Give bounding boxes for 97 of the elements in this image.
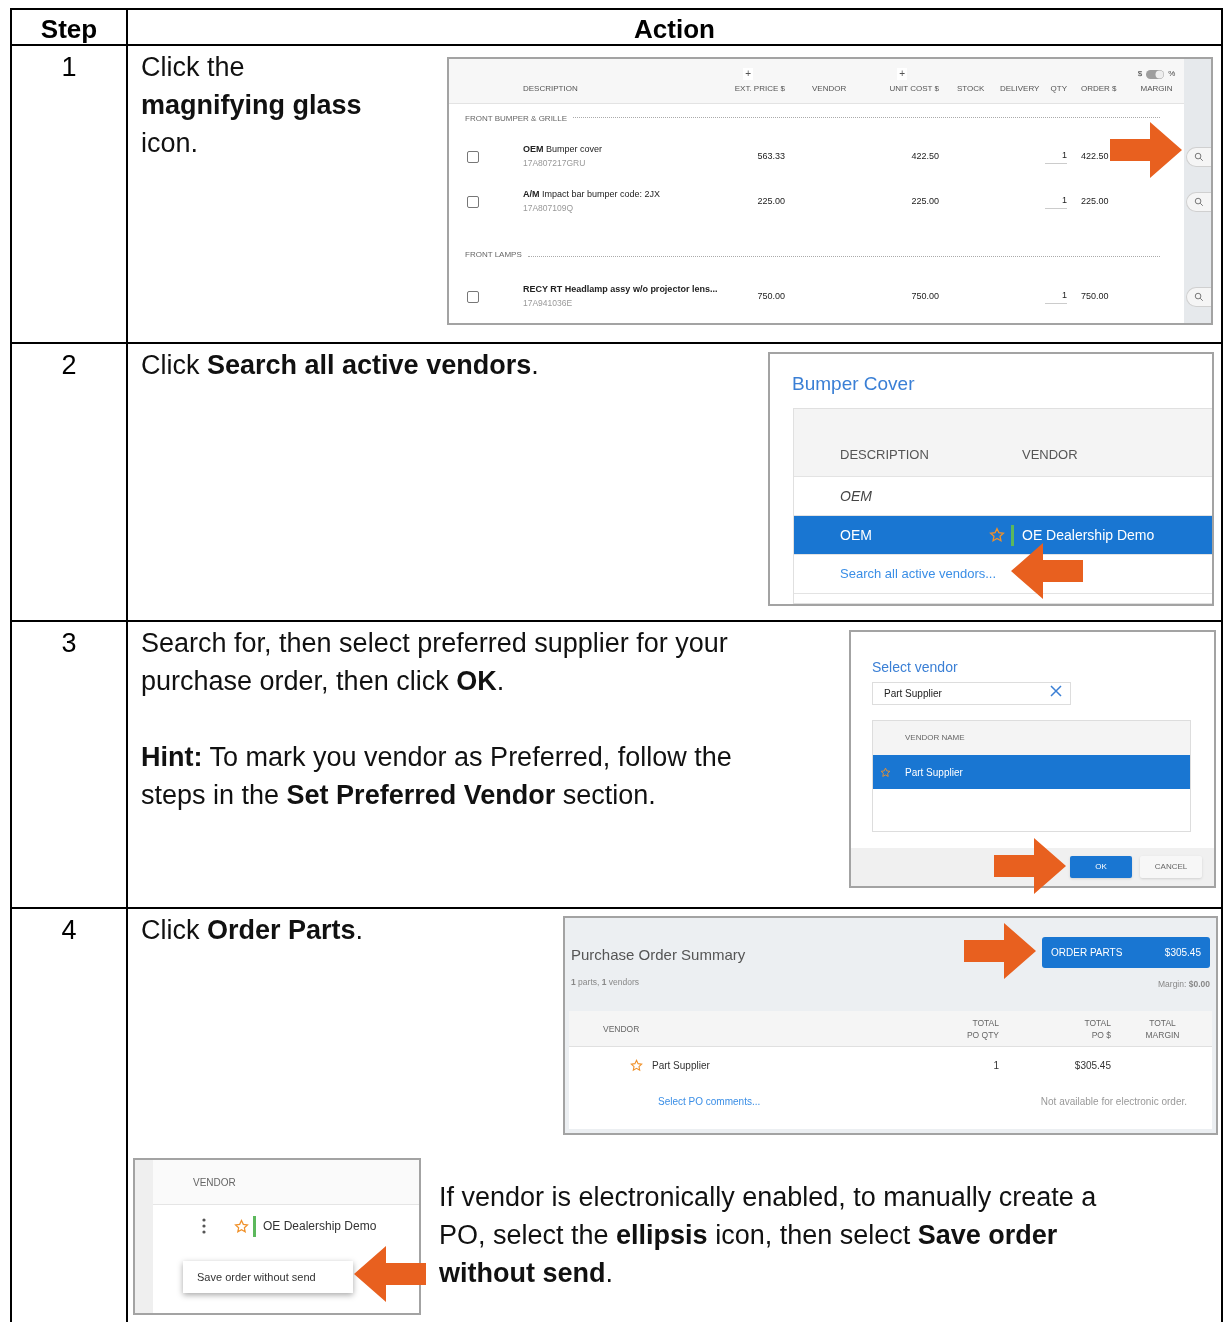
- column-header: Step: [12, 10, 128, 49]
- checkbox[interactable]: [467, 150, 479, 163]
- instruction-text: If vendor is electronically enabled, to manually create a PO, select the ellipsis icon, then select Save order without send.: [439, 1181, 1098, 1290]
- description-cell-text: OEM: [839, 525, 873, 545]
- search-button[interactable]: [1186, 286, 1211, 307]
- column-header: QTY: [1050, 83, 1067, 95]
- column-header: VENDOR: [603, 1023, 640, 1034]
- search-icon: [1194, 151, 1204, 162]
- search-field[interactable]: Part Supplier: [872, 682, 1071, 705]
- section-title: FRONT BUMPER & GRILLE: [465, 113, 568, 125]
- dialog-title: Bumper Cover: [792, 373, 915, 394]
- dialog-title: Select vendor: [872, 659, 958, 675]
- search-icon: [1194, 196, 1204, 207]
- instruction-text: Click Order Parts.: [141, 914, 365, 947]
- price-cell-text: 750.00: [756, 289, 785, 303]
- callout-arrow: [1011, 543, 1083, 599]
- part-description: A/M Impact bar bumper code: 2JX: [523, 188, 662, 202]
- column-header: DESCRIPTION: [523, 83, 578, 95]
- step-number: 4: [61, 914, 77, 947]
- column-header: VENDOR: [1022, 445, 1078, 464]
- price-cell-text: 422.50: [1080, 149, 1110, 163]
- star-icon[interactable]: [630, 1058, 643, 1072]
- column-header: VENDOR NAME: [905, 732, 965, 744]
- star-icon[interactable]: [880, 766, 891, 778]
- part-description: RECY RT Headlamp assy w/o projector lens...: [523, 283, 719, 297]
- step-number: 3: [61, 627, 77, 660]
- column-header: VENDOR: [193, 1175, 236, 1190]
- part-number: 17A807217GRU: [523, 156, 587, 170]
- price-cell-text: 422.50: [910, 149, 939, 163]
- checkbox[interactable]: [467, 195, 479, 208]
- menu-item[interactable]: Save order without send: [183, 1261, 353, 1293]
- callout-arrow: [1110, 122, 1182, 178]
- search-button[interactable]: [1186, 191, 1211, 212]
- po-comments-link[interactable]: Select PO comments...: [658, 1093, 761, 1109]
- column-header: MARGIN: [1140, 83, 1173, 95]
- list-row[interactable]: Part Supplier: [873, 755, 1190, 789]
- search-button[interactable]: [1186, 146, 1211, 167]
- column-header: TOTAL MARGIN: [1144, 1016, 1181, 1041]
- column-header: UNIT COST $: [889, 83, 939, 95]
- amount-cell-text: $305.45: [1073, 1058, 1111, 1073]
- vendor-name: Part Supplier: [652, 1058, 710, 1073]
- quantity-field[interactable]: 1: [1045, 194, 1067, 209]
- callout-arrow: [964, 923, 1036, 979]
- price-cell-text: 225.00: [1080, 194, 1110, 208]
- plus-sign[interactable]: +: [897, 68, 907, 80]
- part-description: OEM Bumper cover: [523, 143, 604, 157]
- summary-title: Purchase Order Summary: [571, 945, 746, 965]
- column-header: DELIVERY: [1000, 83, 1040, 95]
- column-header: STOCK: [957, 83, 985, 95]
- ellipsis-icon[interactable]: [201, 1217, 207, 1235]
- step-number: 2: [61, 349, 77, 382]
- quantity-cell-text: 1: [992, 1058, 999, 1073]
- instruction-text: Click Search all active vendors.: [141, 349, 540, 382]
- close-icon[interactable]: [1050, 685, 1062, 697]
- price-cell-text: 750.00: [1080, 289, 1110, 303]
- price-cell-text: 225.00: [756, 194, 785, 208]
- table-row[interactable]: OEM OE Dealership Demo: [794, 515, 1212, 554]
- instruction-text: Click the magnifying glass icon.: [141, 51, 363, 160]
- quantity-field[interactable]: 1: [1045, 149, 1067, 164]
- star-icon[interactable]: [234, 1218, 249, 1234]
- step-number: 1: [61, 51, 77, 84]
- column-header: ORDER $: [1081, 83, 1117, 95]
- dialog-button[interactable]: OK: [1070, 856, 1132, 878]
- dialog-button[interactable]: CANCEL: [1140, 856, 1202, 878]
- column-header: TOTAL PO $: [1083, 1016, 1111, 1041]
- toggle-label: %: [1168, 68, 1176, 80]
- price-cell-text: 225.00: [910, 194, 939, 208]
- column-header: Action: [633, 13, 716, 46]
- instruction-text: Hint: To mark you vendor as Preferred, follow the steps in the Set Preferred Vendor section.: [141, 741, 733, 812]
- margin-summary: Margin: $0.00: [1158, 978, 1210, 991]
- group-label: OEM: [839, 486, 872, 506]
- part-number: 17A941036E: [523, 296, 574, 310]
- vendor-cell-text: OE Dealership Demo: [1022, 525, 1155, 545]
- order-parts-button[interactable]: ORDER PARTS $305.45: [1042, 937, 1210, 968]
- vendor-name: OE Dealership Demo: [263, 1218, 377, 1235]
- callout-arrow: [994, 838, 1066, 894]
- part-number: 17A807109Q: [523, 201, 575, 215]
- column-header: VENDOR: [812, 83, 847, 95]
- callout-arrow: [354, 1246, 426, 1302]
- status-note: Not available for electronic order.: [1040, 1094, 1187, 1109]
- column-header: EXT. PRICE $: [734, 83, 785, 95]
- summary-counts: 1 parts, 1 vendors: [571, 975, 641, 989]
- checkbox[interactable]: [467, 290, 479, 303]
- toggle-switch[interactable]: [1146, 69, 1165, 79]
- column-header: TOTAL PO QTY: [965, 1016, 999, 1041]
- search-icon: [1194, 291, 1204, 302]
- column-header: DESCRIPTION: [839, 445, 930, 464]
- instruction-text: Search for, then select preferred supplier for your purchase order, then click OK.: [141, 627, 729, 698]
- price-cell-text: 750.00: [910, 289, 939, 303]
- toggle-label: $: [1137, 68, 1143, 80]
- plus-sign[interactable]: +: [743, 68, 753, 80]
- star-icon[interactable]: [989, 527, 1005, 543]
- section-title: FRONT LAMPS: [465, 249, 522, 261]
- vendor-name: Part Supplier: [905, 765, 963, 780]
- price-cell-text: 563.33: [756, 149, 785, 163]
- search-vendors-link[interactable]: Search all active vendors...: [794, 564, 997, 584]
- quantity-field[interactable]: 1: [1045, 289, 1067, 304]
